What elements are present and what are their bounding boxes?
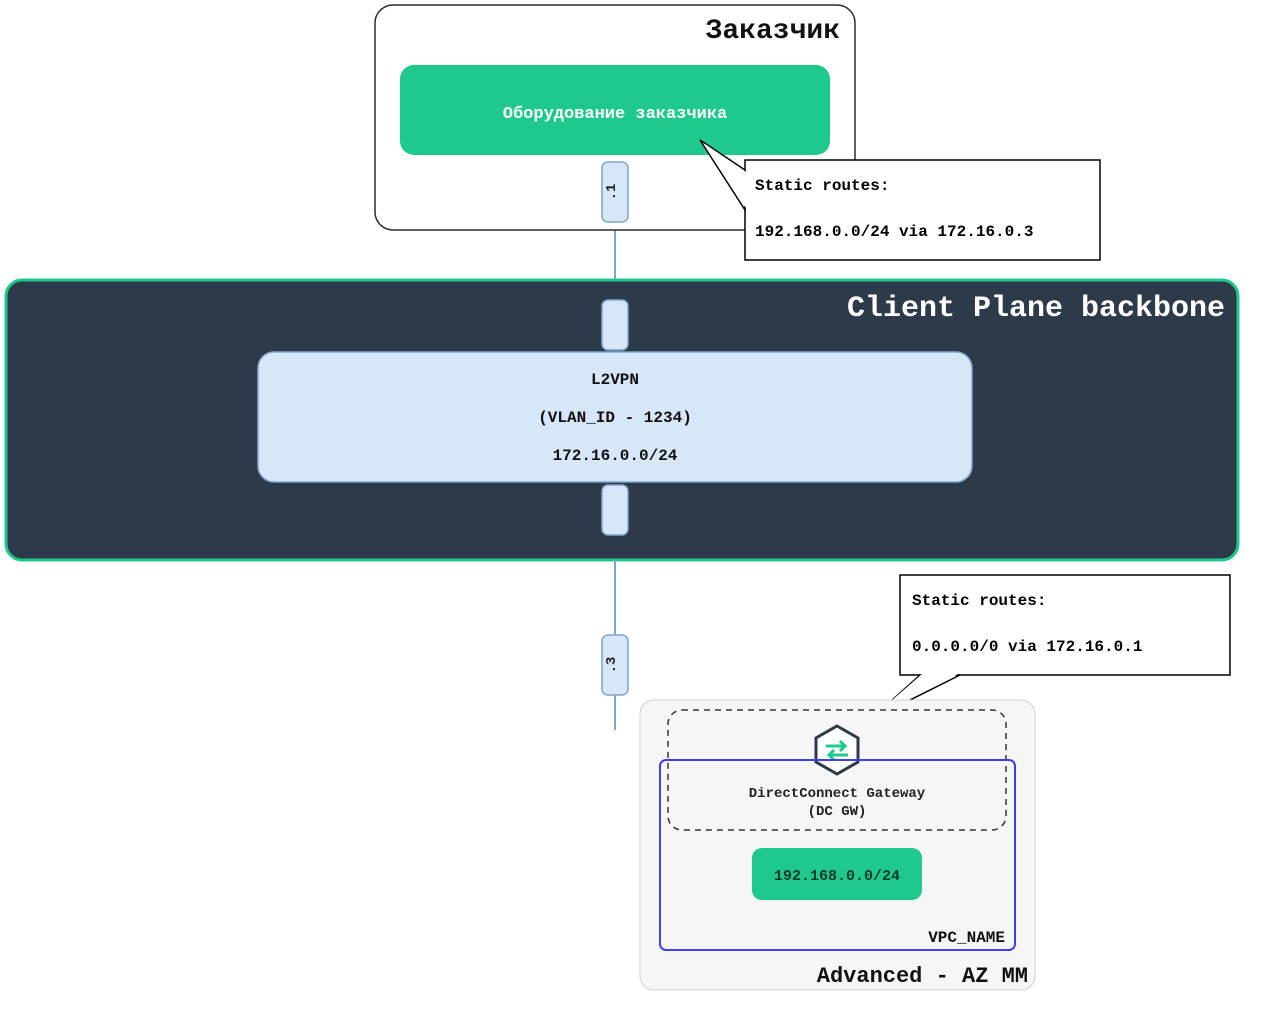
backbone-stub-bottom (602, 485, 628, 535)
routes-bottom-title: Static routes: (912, 592, 1046, 610)
endpoint-top-label: .1 (604, 184, 620, 201)
endpoint-bottom-label: .3 (604, 657, 620, 674)
l2vpn-box: L2VPN (VLAN_ID - 1234) 172.16.0.0/24 (258, 352, 972, 482)
customer-title: Заказчик (706, 16, 840, 47)
dc-gw-line1: DirectConnect Gateway (749, 786, 926, 802)
backbone-stub-top (602, 300, 628, 350)
routes-bottom-callout: Static routes: 0.0.0.0/0 via 172.16.0.1 (870, 575, 1230, 720)
advanced-block: Advanced - AZ MM DirectConnect Gateway (… (640, 700, 1035, 990)
vpc-cidr-pill: 192.168.0.0/24 (752, 848, 922, 900)
customer-equipment-label: Оборудование заказчика (503, 105, 727, 124)
vpc-cidr-label: 192.168.0.0/24 (774, 868, 900, 885)
backbone-block: Client Plane backbone L2VPN (VLAN_ID - 1… (6, 280, 1238, 560)
backbone-title: Client Plane backbone (847, 292, 1225, 326)
vpc-name: VPC_NAME (928, 929, 1005, 947)
advanced-title: Advanced - AZ MM (817, 964, 1028, 989)
endpoint-top: .1 (602, 162, 628, 222)
dc-gw-line2: (DC GW) (808, 804, 867, 820)
l2vpn-vlan: (VLAN_ID - 1234) (538, 409, 692, 427)
routes-top-title: Static routes: (755, 177, 889, 195)
gateway-icon (816, 726, 858, 774)
routes-top-line: 192.168.0.0/24 via 172.16.0.3 (755, 223, 1033, 241)
network-diagram: Заказчик Оборудование заказчика .1 Stati… (0, 0, 1275, 1013)
routes-bottom-line: 0.0.0.0/0 via 172.16.0.1 (912, 638, 1142, 656)
endpoint-bottom: .3 (602, 635, 628, 695)
l2vpn-label: L2VPN (591, 371, 639, 389)
customer-equipment: Оборудование заказчика (400, 65, 830, 155)
l2vpn-cidr: 172.16.0.0/24 (553, 447, 678, 465)
